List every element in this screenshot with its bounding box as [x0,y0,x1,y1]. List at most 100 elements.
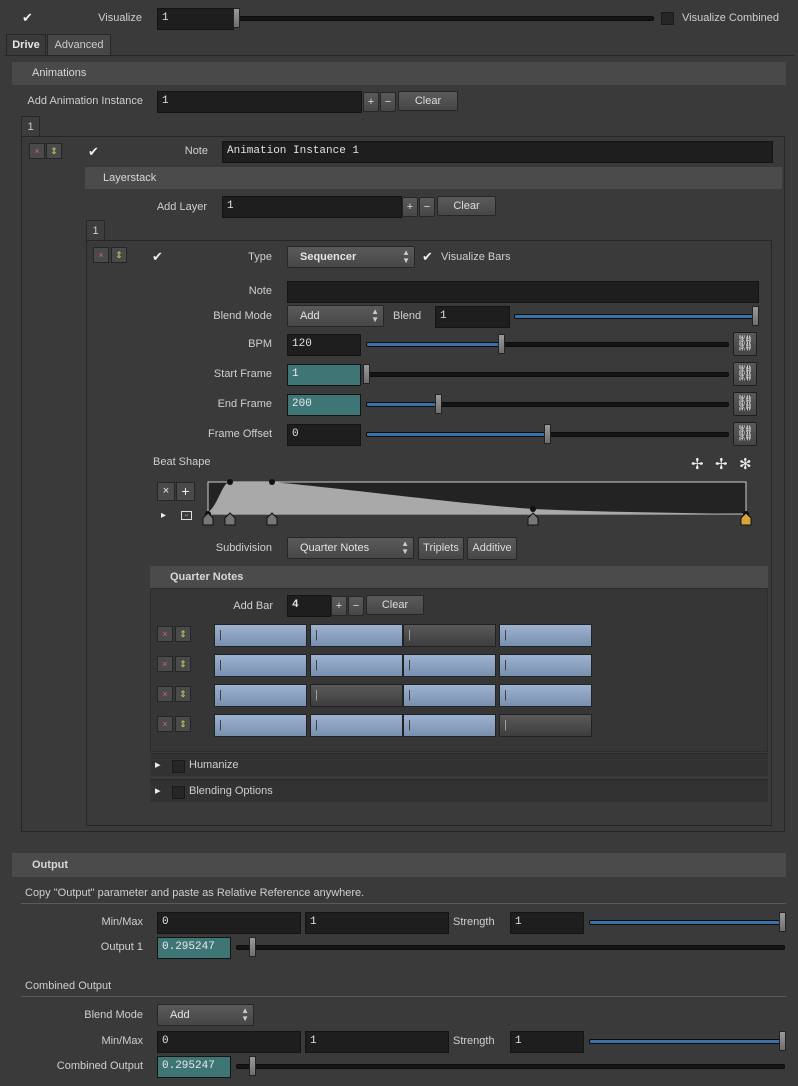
frame-offset-link-icon[interactable]: ⛓ [733,422,757,446]
combined-min-field[interactable]: 0 [157,1031,301,1053]
add-instance-plus-button[interactable]: + [363,92,379,112]
beat-toggle[interactable]: | [499,714,592,737]
visualize-field[interactable]: 1 [157,8,234,30]
bpm-link-icon[interactable]: ⛓ [733,332,757,356]
beat-toggle[interactable]: | [310,714,403,737]
quarter-notes-header[interactable]: Quarter Notes [150,566,768,588]
animation-instance-tab[interactable]: 1 [21,116,40,137]
visualize-bars-check-icon[interactable]: ✔ [422,250,433,263]
beat-toggle[interactable]: | [214,714,307,737]
bpm-slider-knob[interactable] [498,334,505,354]
end-frame-slider-knob[interactable] [435,394,442,414]
start-frame-field[interactable]: 1 [287,364,361,386]
combined-strength-slider-knob[interactable] [779,1031,786,1051]
instance-move-icon[interactable]: ⇕ [46,143,62,159]
beat-toggle[interactable]: | [499,654,592,677]
strength-slider[interactable] [589,920,784,925]
combined-output-field[interactable]: 0.295247 [157,1056,231,1078]
layer-move-icon[interactable]: ⇕ [111,247,127,263]
end-frame-slider[interactable] [366,402,729,407]
add-layer-minus-button[interactable]: − [419,197,435,217]
add-bar-minus-button[interactable]: − [348,596,364,616]
blend-slider[interactable] [514,314,757,319]
min-field[interactable]: 0 [157,912,301,934]
frame-all-icon[interactable]: ✢ [691,455,704,473]
bpm-field[interactable]: 120 [287,334,361,356]
blending-options-checkbox[interactable] [172,786,185,799]
bar-remove-icon[interactable]: × [157,626,173,642]
strength-field[interactable]: 1 [510,912,584,934]
ramp-gear-icon[interactable]: ✻ [739,455,752,473]
strength-slider-knob[interactable] [779,912,786,932]
max-field[interactable]: 1 [305,912,449,934]
beat-shape-ramp[interactable] [200,476,760,526]
visualize-combined-checkbox[interactable] [661,12,674,25]
start-frame-link-icon[interactable]: ⛓ [733,362,757,386]
output1-slider[interactable] [236,945,785,950]
instance-remove-icon[interactable]: × [29,143,45,159]
blend-mode-menu[interactable]: Add ▲ ▼ [287,305,384,327]
beat-toggle[interactable]: | [403,624,496,647]
blend-slider-knob[interactable] [752,306,759,326]
ramp-add-point-icon[interactable]: + [176,482,195,501]
animations-header[interactable]: Animations [12,62,786,85]
bar-remove-icon[interactable]: × [157,716,173,732]
blending-options-expand-icon[interactable]: ▸ [155,784,161,797]
bar-move-icon[interactable]: ⇕ [175,716,191,732]
layerstack-header[interactable]: Layerstack [85,167,782,189]
visualize-check-icon[interactable]: ✔ [22,11,33,24]
ramp-remove-point-icon[interactable]: × [157,482,175,501]
output-header[interactable]: Output [12,853,786,877]
beat-toggle[interactable]: | [310,684,403,707]
combined-output-slider[interactable] [236,1064,785,1069]
frame-offset-field[interactable]: 0 [287,424,361,446]
beat-toggle[interactable]: | [403,714,496,737]
quarter-notes-clear-button[interactable]: Clear [366,595,424,615]
combined-output-slider-knob[interactable] [249,1056,256,1076]
add-bar-field[interactable]: 4 [287,595,331,617]
visualize-slider[interactable] [236,16,654,21]
bar-move-icon[interactable]: ⇕ [175,686,191,702]
ramp-swap-icon[interactable]: ↔ [181,511,192,520]
layer-tab[interactable]: 1 [86,220,105,241]
combined-blend-mode-menu[interactable]: Add ▲ ▼ [157,1004,254,1026]
layer-enable-check-icon[interactable]: ✔ [152,250,163,263]
bpm-slider[interactable] [366,342,729,347]
output1-field[interactable]: 0.295247 [157,937,231,959]
beat-toggle[interactable]: | [499,624,592,647]
beat-toggle[interactable]: | [403,654,496,677]
beat-toggle[interactable]: | [310,624,403,647]
frame-selected-icon[interactable]: ✢ [715,455,728,473]
bar-remove-icon[interactable]: × [157,686,173,702]
subdivision-menu[interactable]: Quarter Notes ▲ ▼ [287,537,414,559]
humanize-checkbox[interactable] [172,760,185,773]
end-frame-link-icon[interactable]: ⛓ [733,392,757,416]
additive-button[interactable]: Additive [467,537,517,560]
instance-note-field[interactable]: Animation Instance 1 [222,141,773,163]
beat-toggle[interactable]: | [214,654,307,677]
blend-field[interactable]: 1 [435,306,510,328]
beat-toggle[interactable]: | [214,684,307,707]
bar-remove-icon[interactable]: × [157,656,173,672]
end-frame-field[interactable]: 200 [287,394,361,416]
humanize-row[interactable] [150,753,768,776]
start-frame-slider[interactable] [366,372,729,377]
layer-note-field[interactable] [287,281,759,303]
humanize-expand-icon[interactable]: ▸ [155,758,161,771]
add-layer-field[interactable]: 1 [222,196,402,218]
type-menu[interactable]: Sequencer ▲ ▼ [287,246,415,268]
tab-advanced[interactable]: Advanced [47,34,111,55]
bar-move-icon[interactable]: ⇕ [175,656,191,672]
add-animation-instance-field[interactable]: 1 [157,91,362,113]
triplets-button[interactable]: Triplets [418,537,464,560]
layerstack-clear-button[interactable]: Clear [437,196,496,216]
beat-toggle[interactable]: | [499,684,592,707]
add-instance-minus-button[interactable]: − [380,92,396,112]
beat-toggle[interactable]: | [214,624,307,647]
animations-clear-button[interactable]: Clear [398,91,458,111]
ramp-expand-icon[interactable]: ▸ [161,510,166,521]
frame-offset-slider-knob[interactable] [544,424,551,444]
combined-strength-field[interactable]: 1 [510,1031,584,1053]
visualize-slider-knob[interactable] [233,8,240,28]
beat-toggle[interactable]: | [310,654,403,677]
